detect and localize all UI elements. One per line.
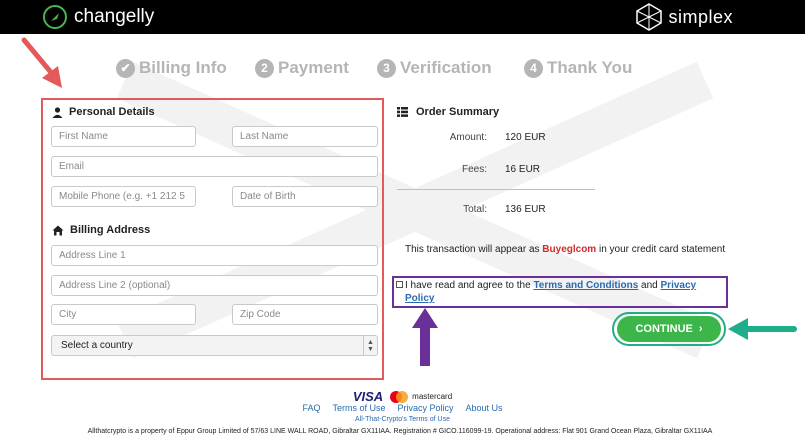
city-input[interactable] <box>51 304 196 325</box>
home-icon <box>52 225 64 235</box>
fees-value: 16 EUR <box>505 164 541 175</box>
continue-button[interactable]: CONTINUE › <box>617 316 721 342</box>
list-icon <box>397 107 408 117</box>
summary-divider <box>397 189 595 190</box>
statement-notice: This transaction will appear as Buyeglco… <box>405 244 726 255</box>
amount-label: Amount: <box>449 132 487 143</box>
fees-label: Fees: <box>461 164 487 175</box>
brand-logo[interactable]: changelly <box>42 5 154 29</box>
teal-arrow-icon <box>728 318 797 340</box>
step-thank-you: 4 Thank You <box>524 58 632 78</box>
step-label: Thank You <box>547 58 633 77</box>
brand-name: changelly <box>74 6 155 27</box>
country-select-value: Select a country <box>61 340 133 351</box>
step-label: Billing Info <box>139 58 227 77</box>
mobile-phone-input[interactable] <box>51 186 196 207</box>
address-line-1-input[interactable] <box>51 245 378 266</box>
zip-code-input[interactable] <box>232 304 378 325</box>
mastercard-logo: mastercard <box>389 390 452 403</box>
date-of-birth-input[interactable] <box>232 186 378 207</box>
step-billing-info: ✔ Billing Info <box>116 58 227 78</box>
partner-name: simplex <box>668 6 733 27</box>
merchant-name: Buyeglcom <box>542 244 597 255</box>
last-name-input[interactable] <box>232 126 378 147</box>
step-payment: 2 Payment <box>255 58 349 78</box>
user-icon <box>52 106 63 118</box>
red-arrow-icon <box>21 37 62 88</box>
footer-links: FAQ Terms of Use Privacy Policy About Us <box>0 403 805 413</box>
rocket-icon <box>43 5 67 29</box>
step-verification: 3 Verification <box>377 58 492 78</box>
personal-details-heading: Personal Details <box>52 106 155 118</box>
check-icon: ✔ <box>116 58 135 78</box>
terms-link[interactable]: Terms and Conditions <box>533 280 638 291</box>
agree-checkbox[interactable] <box>396 281 403 288</box>
footer-link-terms[interactable]: Terms of Use <box>332 403 385 413</box>
payment-logos: VISA mastercard <box>0 389 805 404</box>
mastercard-icon <box>390 390 409 403</box>
amount-value: 120 EUR <box>505 132 546 143</box>
chevron-right-icon: › <box>698 323 703 335</box>
top-bar: changelly simplex <box>0 0 805 34</box>
visa-logo: VISA <box>352 389 384 404</box>
billing-address-heading: Billing Address <box>52 224 150 236</box>
footer-legal-text: Allthatcrypto is a property of Eppur Gro… <box>87 428 713 435</box>
chevron-updown-icon: ▲ ▼ <box>363 336 377 355</box>
footer-terms-link[interactable]: All-That-Crypto's Terms of Use <box>0 416 805 423</box>
total-label: Total: <box>463 204 487 215</box>
email-input[interactable] <box>51 156 378 177</box>
first-name-input[interactable] <box>51 126 196 147</box>
step-label: Payment <box>278 58 349 77</box>
step-number: 2 <box>255 58 274 78</box>
step-number: 4 <box>524 58 543 78</box>
step-label: Verification <box>400 58 492 77</box>
partner-logo: simplex <box>634 2 733 32</box>
total-value: 136 EUR <box>505 204 546 215</box>
footer-link-faq[interactable]: FAQ <box>302 403 320 413</box>
checkout-steps: ✔ Billing Info 2 Payment 3 Verification … <box>0 58 805 86</box>
footer-link-about[interactable]: About Us <box>466 403 503 413</box>
agreement-text: I have read and agree to the Terms and C… <box>405 280 697 304</box>
address-line-2-input[interactable] <box>51 275 378 296</box>
purple-arrow-icon <box>412 308 438 366</box>
country-select[interactable]: Select a country ▲ ▼ <box>51 335 378 356</box>
simplex-logo-icon <box>636 3 663 31</box>
order-summary-heading: Order Summary <box>397 106 499 118</box>
footer-link-privacy[interactable]: Privacy Policy <box>397 403 453 413</box>
step-number: 3 <box>377 58 396 78</box>
